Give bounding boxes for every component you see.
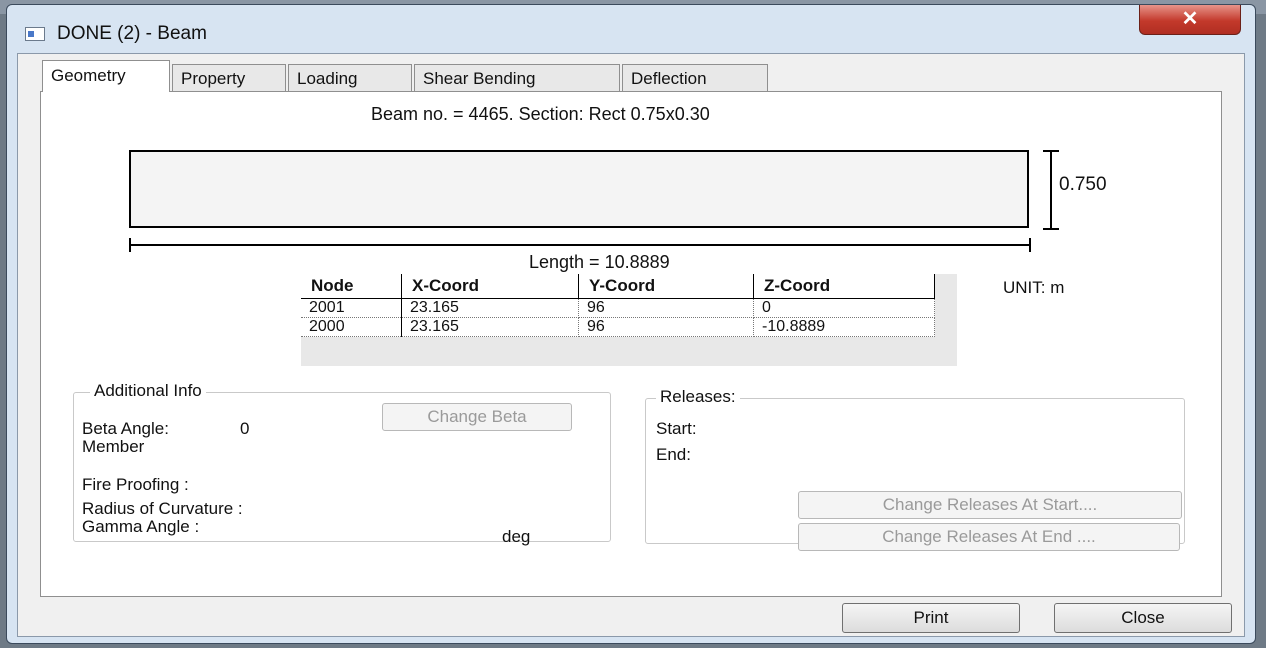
header-z-coord: Z-Coord	[753, 274, 935, 299]
window-icon	[25, 27, 45, 41]
coordinates-table: Node X-Coord Y-Coord Z-Coord 2001 23.165…	[301, 274, 935, 337]
beta-angle-value: 0	[240, 419, 250, 438]
beam-section-drawing	[129, 150, 1029, 228]
additional-info-title: Additional Info	[90, 381, 206, 401]
table-row[interactable]: 2001 23.165 96 0	[301, 298, 935, 318]
tab-property[interactable]: Property	[172, 64, 286, 91]
height-label: 0.750	[1059, 174, 1107, 195]
print-button[interactable]: Print	[842, 603, 1020, 633]
cell-node[interactable]: 2001	[301, 298, 402, 318]
length-dimension-line	[129, 238, 1031, 252]
window-title: DONE (2) - Beam	[57, 23, 207, 44]
header-y-coord: Y-Coord	[578, 274, 754, 299]
title-bar[interactable]: DONE (2) - Beam ✕	[7, 5, 1255, 53]
cell-node[interactable]: 2000	[301, 317, 402, 337]
header-x-coord: X-Coord	[401, 274, 579, 299]
height-dimension-line	[1041, 150, 1061, 230]
fire-proofing-label: Fire Proofing :	[82, 475, 189, 494]
tab-shear-bending[interactable]: Shear Bending	[414, 64, 620, 91]
cell-y[interactable]: 96	[578, 317, 754, 337]
cell-z[interactable]: -10.8889	[753, 317, 935, 337]
releases-group: Releases: Start: End: Change Releases At…	[645, 387, 1185, 551]
release-start-label: Start:	[656, 419, 697, 438]
beam-dialog: DONE (2) - Beam ✕ Geometry Property Load…	[6, 4, 1256, 644]
cell-y[interactable]: 96	[578, 298, 754, 318]
tab-loading[interactable]: Loading	[288, 64, 412, 91]
tab-geometry[interactable]: Geometry	[42, 60, 170, 92]
cell-x[interactable]: 23.165	[401, 298, 579, 318]
window-close-button[interactable]: ✕	[1139, 5, 1241, 35]
member-label: Member	[82, 437, 145, 456]
cell-z[interactable]: 0	[753, 298, 935, 318]
change-releases-end-button[interactable]: Change Releases At End ....	[798, 523, 1180, 551]
release-end-label: End:	[656, 445, 691, 464]
table-row[interactable]: 2000 23.165 96 -10.8889	[301, 317, 935, 337]
gamma-angle-label: Gamma Angle :	[82, 517, 200, 536]
beta-angle-label: Beta Angle:	[82, 419, 169, 438]
beam-title: Beam no. = 4465. Section: Rect 0.75x0.30	[371, 104, 710, 124]
change-beta-button[interactable]: Change Beta	[382, 403, 572, 431]
radius-of-curvature-label: Radius of Curvature :	[82, 499, 243, 518]
tab-deflection[interactable]: Deflection	[622, 64, 768, 91]
gamma-unit-label: deg	[502, 527, 531, 546]
header-node: Node	[301, 274, 402, 299]
coordinates-area: Node X-Coord Y-Coord Z-Coord 2001 23.165…	[301, 274, 957, 366]
dialog-client: Geometry Property Loading Shear Bending …	[17, 53, 1245, 637]
unit-label: UNIT: m	[1003, 278, 1065, 297]
additional-info-group: Additional Info Beta Angle: 0 Member Cha…	[73, 381, 611, 546]
cell-x[interactable]: 23.165	[401, 317, 579, 337]
close-button[interactable]: Close	[1054, 603, 1232, 633]
length-label: Length = 10.8889	[529, 252, 670, 272]
releases-title: Releases:	[656, 387, 740, 407]
geometry-panel: Beam no. = 4465. Section: Rect 0.75x0.30…	[40, 91, 1222, 597]
change-releases-start-button[interactable]: Change Releases At Start....	[798, 491, 1182, 519]
